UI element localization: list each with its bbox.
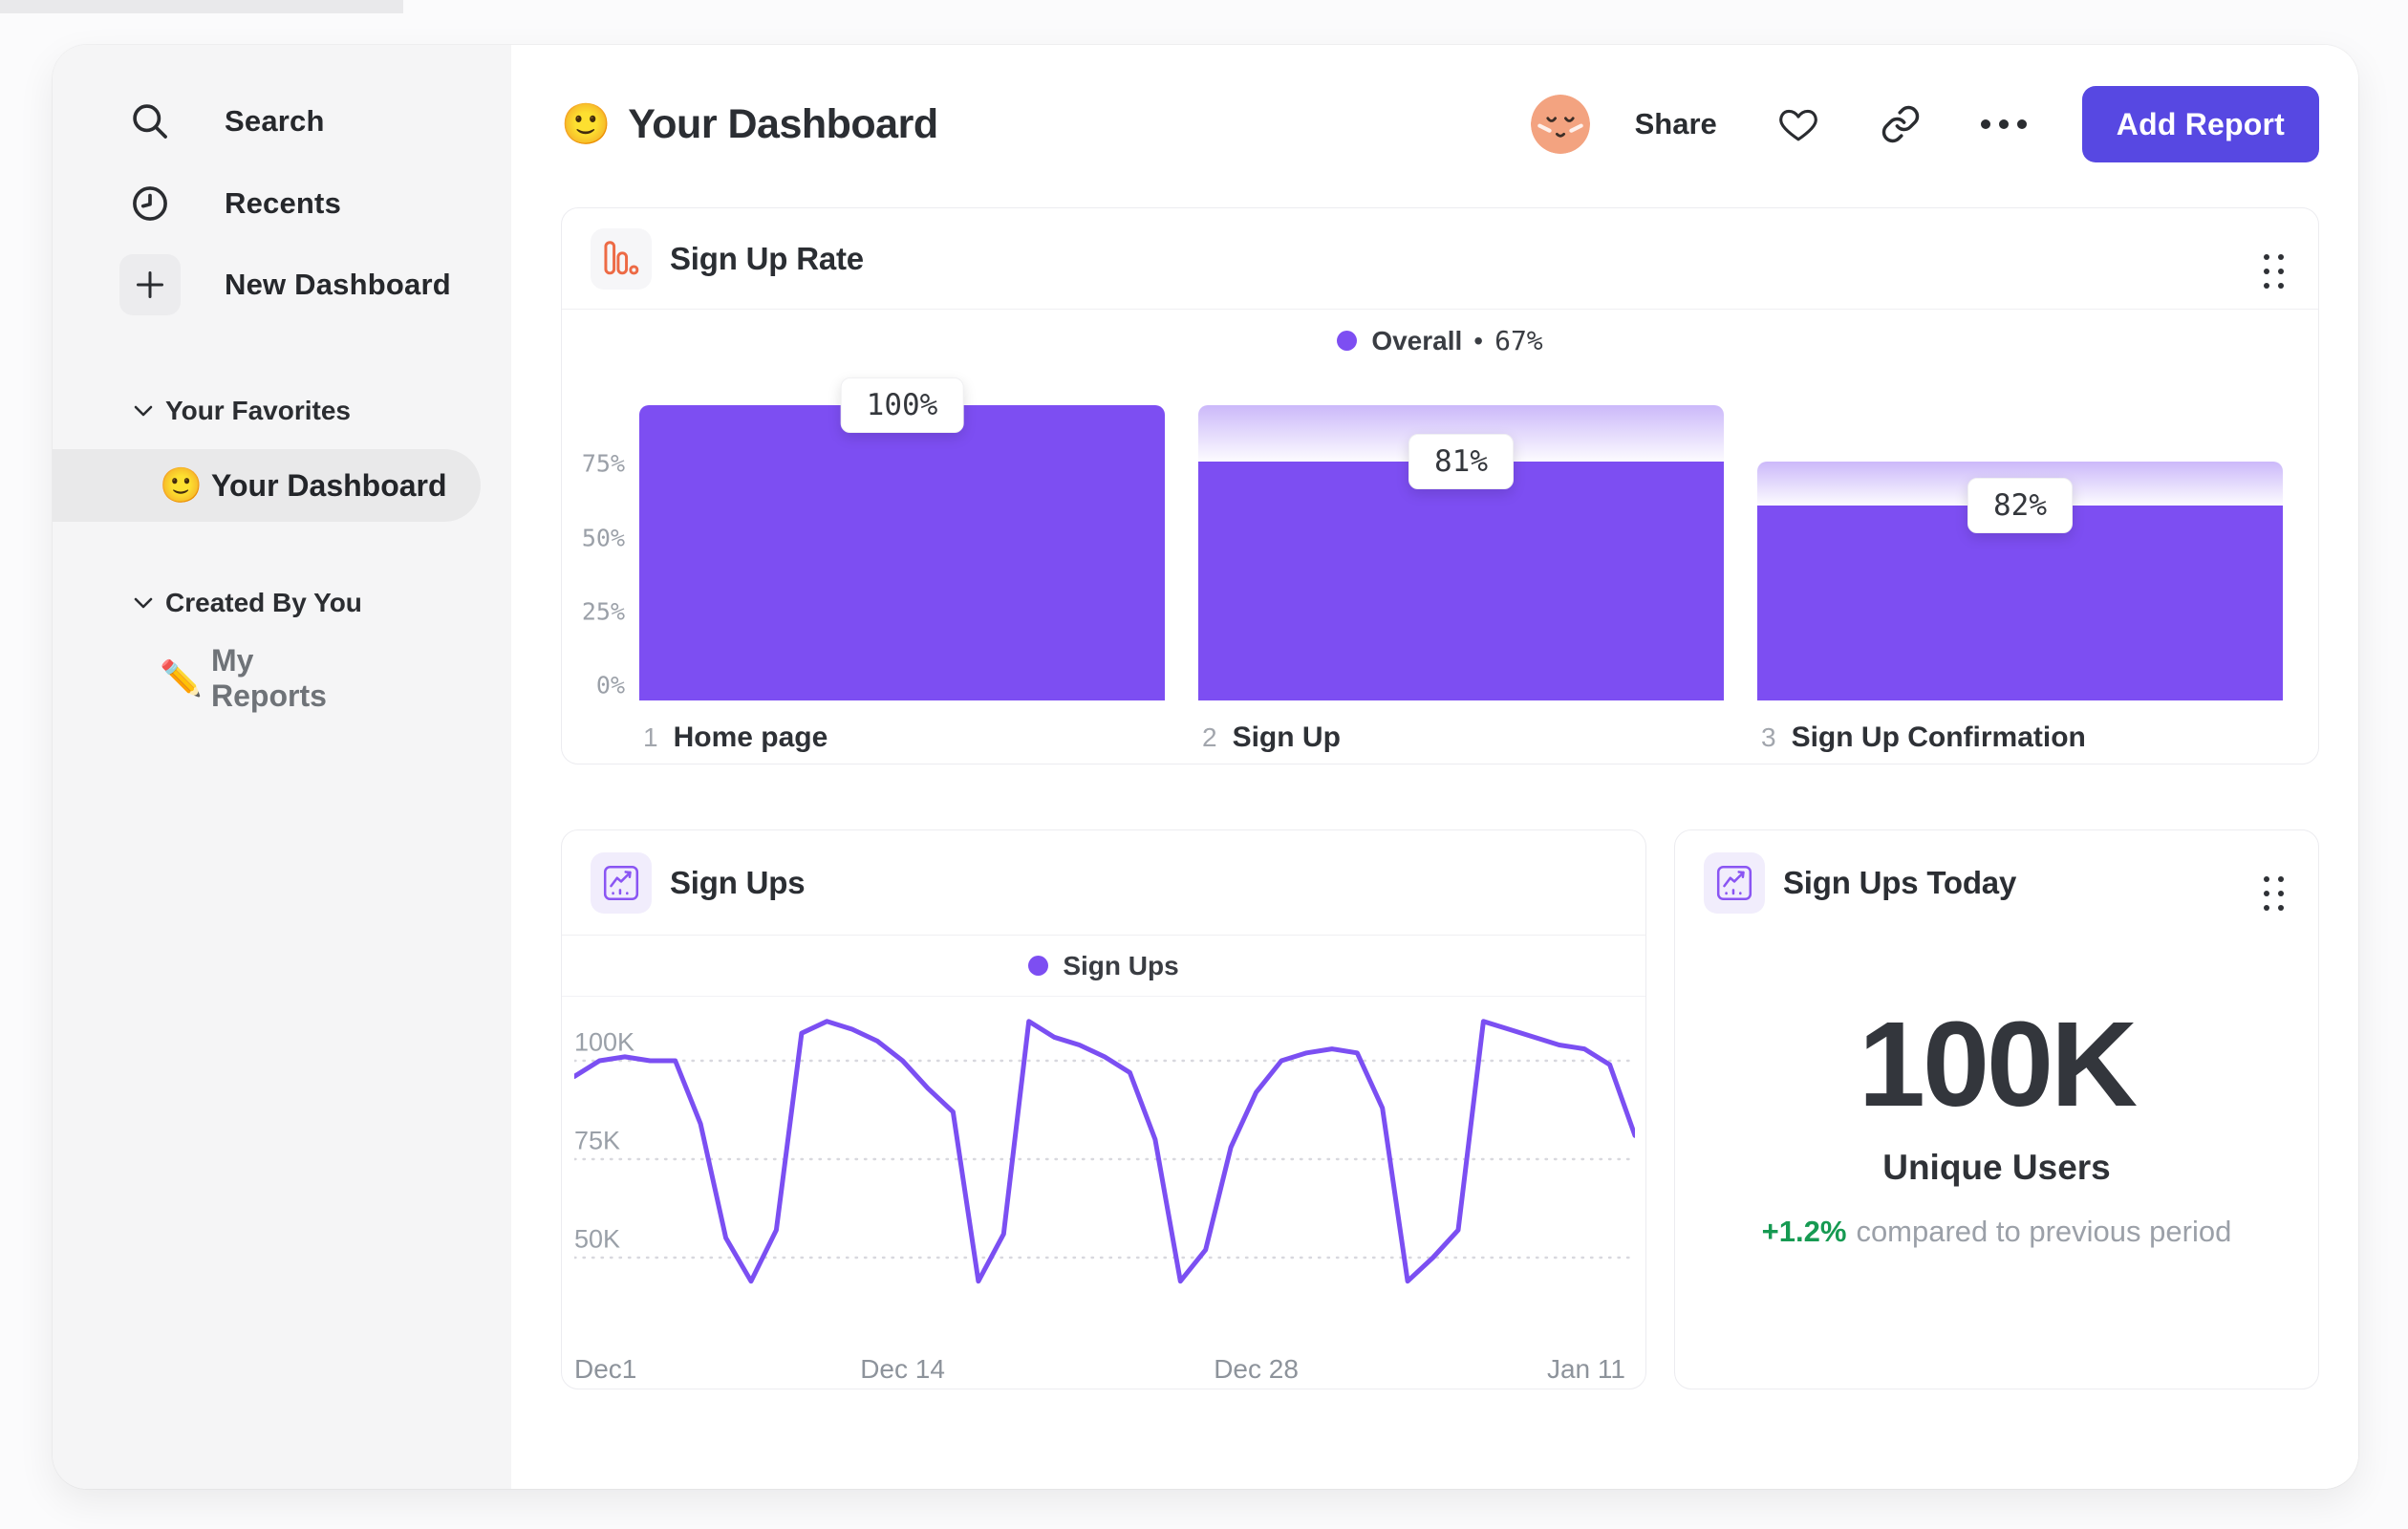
delta-value: +1.2% bbox=[1761, 1215, 1847, 1248]
desktop-edge-strip bbox=[0, 0, 403, 13]
favorite-heart-icon[interactable] bbox=[1776, 103, 1820, 145]
page-header: 🙂 Your Dashboard Share Add Report bbox=[561, 84, 2319, 164]
metric-subtitle: Unique Users bbox=[1882, 1148, 2111, 1187]
line-plot: 100K 75K 50K bbox=[571, 997, 1638, 1341]
page-title: Your Dashboard bbox=[628, 100, 938, 147]
sidebar-item-label: My Reports bbox=[211, 643, 327, 713]
funnel-step-number: 1 bbox=[643, 722, 658, 752]
section-created-by-you[interactable]: Created By You bbox=[53, 576, 511, 630]
clock-icon bbox=[119, 173, 181, 234]
sign-ups-card: Sign Ups Sign Ups 100K 75K 50K Dec1 Dec 14 D… bbox=[561, 829, 1646, 1389]
sign-ups-today-card: Sign Ups Today 100K Unique Users +1.2% co… bbox=[1674, 829, 2319, 1389]
add-report-button[interactable]: Add Report bbox=[2081, 86, 2319, 162]
funnel-y-tick: 50% bbox=[581, 524, 625, 551]
funnel-step-tooltip: 82% bbox=[1967, 478, 2073, 534]
drag-handle-icon[interactable] bbox=[2264, 876, 2284, 911]
search-icon bbox=[119, 91, 181, 152]
pencil-emoji-icon: ✏️ bbox=[160, 658, 203, 698]
sidebar-item-label: Your Dashboard bbox=[211, 467, 447, 503]
sidebar-item-your-dashboard[interactable]: 🙂 Your Dashboard bbox=[53, 449, 481, 522]
section-label: Your Favorites bbox=[165, 396, 351, 425]
line-x-tick: Dec1 bbox=[574, 1354, 637, 1384]
section-label: Created By You bbox=[165, 588, 362, 617]
sign-up-rate-card: Sign Up Rate Overall • 67% 75% 50% 25% 0% 10… bbox=[561, 207, 2319, 764]
sidebar-item-label: Search bbox=[225, 104, 325, 138]
sidebar-item-recents[interactable]: Recents bbox=[53, 162, 511, 246]
line-x-tick: Jan 11 bbox=[1546, 1354, 1625, 1384]
legend-label: Sign Ups bbox=[1063, 950, 1179, 980]
avatar[interactable] bbox=[1530, 95, 1590, 154]
card-title: Sign Ups bbox=[670, 864, 806, 900]
line-legend: Sign Ups bbox=[562, 936, 1645, 997]
plus-icon bbox=[119, 254, 181, 315]
funnel-step-label: Home page bbox=[673, 721, 828, 753]
metric-value: 100K bbox=[1858, 997, 2138, 1131]
line-chart-icon bbox=[1704, 852, 1765, 914]
funnel-step-label: Sign Up bbox=[1232, 721, 1341, 753]
card-title: Sign Ups Today bbox=[1783, 865, 2017, 900]
funnel-step-tooltip: 100% bbox=[840, 377, 964, 433]
funnel-y-tick: 25% bbox=[581, 597, 625, 626]
funnel-plot: 75% 50% 25% 0% 100% 1 Home page 81% 2 Sign Up 82% 3… bbox=[562, 208, 2318, 764]
funnel-bar-home-page[interactable] bbox=[639, 405, 1165, 700]
app-window: Search Recents New Dashboard Your Favori bbox=[53, 45, 2358, 1489]
dashboard-emoji-icon: 🙂 bbox=[160, 465, 203, 505]
sidebar-item-label: Recents bbox=[225, 186, 342, 220]
line-y-tick: 50K bbox=[574, 1224, 621, 1254]
section-your-favorites[interactable]: Your Favorites bbox=[53, 384, 511, 438]
delta-note: compared to previous period bbox=[1856, 1215, 2232, 1248]
legend-dot bbox=[1028, 956, 1049, 976]
metric-delta-row: +1.2% compared to previous period bbox=[1675, 1215, 2318, 1249]
share-button[interactable]: Share bbox=[1635, 107, 1717, 141]
funnel-y-tick: 75% bbox=[581, 449, 625, 478]
funnel-step-label: Sign Up Confirmation bbox=[1791, 721, 2086, 753]
sidebar-item-label: New Dashboard bbox=[225, 268, 451, 301]
chevron-down-icon bbox=[133, 404, 154, 418]
dashboard-emoji-icon: 🙂 bbox=[561, 101, 612, 146]
funnel-y-tick: 0% bbox=[595, 671, 625, 700]
sign-ups-line-chart[interactable] bbox=[571, 997, 1638, 1341]
funnel-step-number: 3 bbox=[1761, 722, 1776, 752]
main-content: 🙂 Your Dashboard Share Add Report Sign U… bbox=[511, 45, 2358, 1489]
funnel-step-number: 2 bbox=[1202, 722, 1217, 752]
line-x-tick: Dec 14 bbox=[860, 1354, 945, 1384]
more-options-icon[interactable] bbox=[1980, 119, 2027, 129]
chevron-down-icon bbox=[133, 596, 154, 610]
line-y-tick: 75K bbox=[574, 1126, 621, 1155]
line-y-tick: 100K bbox=[574, 1027, 635, 1057]
sidebar-item-new-dashboard[interactable]: New Dashboard bbox=[53, 243, 511, 327]
copy-link-icon[interactable] bbox=[1880, 103, 1922, 145]
line-x-tick: Dec 28 bbox=[1214, 1354, 1299, 1384]
line-chart-icon bbox=[591, 851, 652, 914]
funnel-step-tooltip: 81% bbox=[1408, 433, 1514, 489]
sidebar-item-search[interactable]: Search bbox=[53, 79, 511, 163]
sidebar: Search Recents New Dashboard Your Favori bbox=[53, 45, 511, 1489]
